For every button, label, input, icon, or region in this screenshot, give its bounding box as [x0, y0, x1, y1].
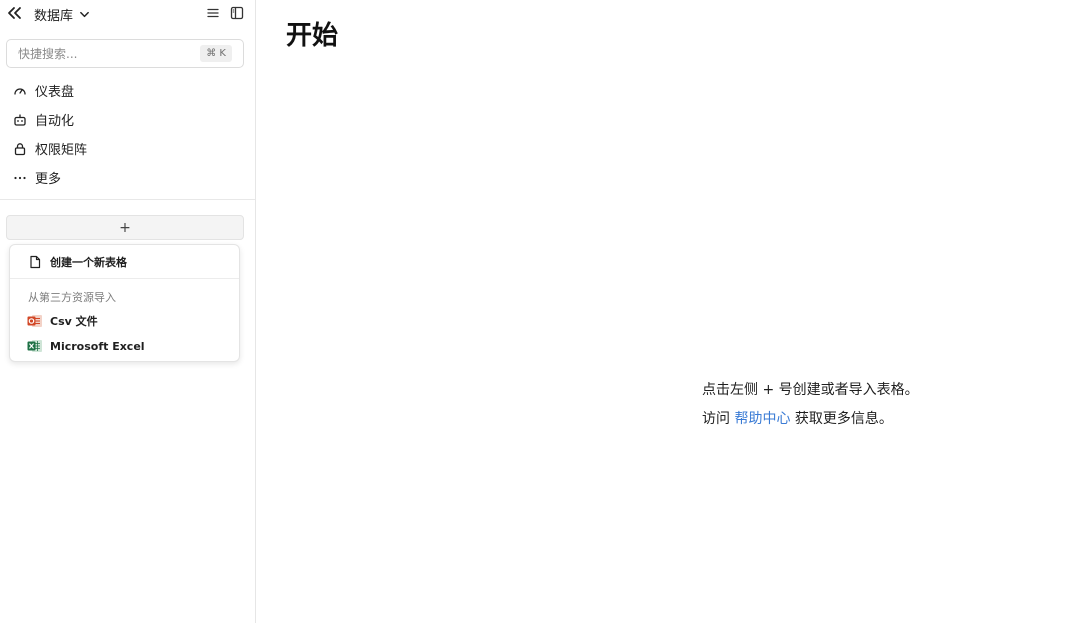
- search-input[interactable]: [18, 46, 188, 61]
- sidebar: 数据库 ⌘ K: [0, 0, 256, 623]
- sidebar-item-more[interactable]: 更多: [0, 163, 255, 192]
- lock-icon: [12, 141, 28, 157]
- import-excel-item[interactable]: Microsoft Excel: [10, 333, 239, 359]
- gauge-icon: [12, 83, 28, 99]
- file-icon: [27, 254, 43, 270]
- excel-icon: [27, 338, 43, 354]
- create-new-table-label: 创建一个新表格: [50, 256, 127, 269]
- app-window: 数据库 ⌘ K: [0, 0, 1080, 623]
- import-excel-label: Microsoft Excel: [50, 339, 145, 353]
- hint-line-help: 访问 帮助中心 获取更多信息。: [702, 405, 919, 434]
- toggle-panel-button[interactable]: [228, 4, 246, 22]
- import-csv-item[interactable]: Csv 文件: [10, 308, 239, 334]
- sidebar-item-label: 自动化: [35, 114, 75, 129]
- import-csv-label: Csv 文件: [50, 315, 98, 328]
- database-label: 数据库: [34, 8, 74, 24]
- double-chevron-left-icon: [8, 7, 21, 19]
- plus-icon: +: [119, 219, 131, 236]
- shortcut-badge: ⌘ K: [200, 45, 232, 62]
- hint-line-create: 点击左侧 + 号创建或者导入表格。: [702, 382, 919, 398]
- list-icon: [207, 8, 219, 18]
- sidebar-item-permissions[interactable]: 权限矩阵: [0, 134, 255, 163]
- create-new-table-item[interactable]: 创建一个新表格: [10, 249, 239, 275]
- quick-search[interactable]: ⌘ K: [6, 39, 244, 68]
- database-switcher[interactable]: 数据库: [34, 4, 90, 24]
- csv-file-icon: [27, 313, 43, 329]
- chevron-down-icon: [79, 9, 90, 20]
- sidebar-item-label: 更多: [35, 172, 62, 187]
- sidebar-item-automation[interactable]: 自动化: [0, 105, 255, 134]
- sidebar-panel-icon: [230, 6, 244, 20]
- robot-icon: [12, 112, 28, 128]
- add-table-dropdown: 创建一个新表格 从第三方资源导入 Csv 文件 Microsoft Excel: [9, 244, 240, 362]
- sidebar-item-label: 仪表盘: [35, 85, 75, 100]
- list-view-button[interactable]: [204, 4, 222, 22]
- page-title: 开始: [286, 21, 339, 51]
- sidebar-divider: [0, 199, 255, 200]
- hint-suffix: 获取更多信息。: [794, 411, 893, 427]
- sidebar-header: 数据库: [0, 0, 255, 28]
- help-center-link[interactable]: 帮助中心: [734, 411, 790, 427]
- collapse-sidebar-button[interactable]: [4, 3, 24, 23]
- add-table-button[interactable]: +: [6, 215, 244, 240]
- hint-prefix: 访问: [702, 411, 730, 427]
- import-section-label: 从第三方资源导入: [28, 291, 116, 304]
- sidebar-nav: 仪表盘 自动化 权限矩阵 更多: [0, 76, 255, 192]
- sidebar-item-dashboard[interactable]: 仪表盘: [0, 76, 255, 105]
- more-icon: [12, 170, 28, 186]
- sidebar-item-label: 权限矩阵: [35, 143, 88, 158]
- empty-state-hint: 点击左侧 + 号创建或者导入表格。 访问 帮助中心 获取更多信息。: [702, 376, 919, 434]
- dropdown-divider: [10, 278, 239, 279]
